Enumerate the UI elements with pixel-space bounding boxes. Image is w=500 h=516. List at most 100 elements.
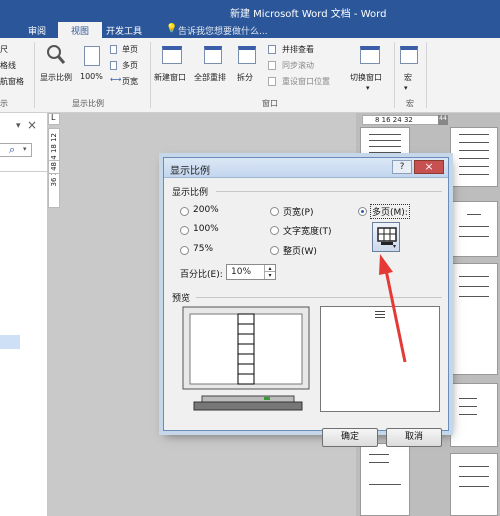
tab-view[interactable]: 视图 [58,22,102,38]
close-icon[interactable]: × [27,118,37,132]
nav-pane-checkbox-label[interactable]: 航窗格 [0,76,24,87]
side-by-side-icon [268,45,276,54]
search-icon: ⌕ [9,143,16,156]
gridlines-checkbox-label[interactable]: 格线 [0,60,16,71]
arrange-all-button[interactable]: 全部重排 [194,42,232,92]
group-line [196,297,442,298]
chevron-down-icon: ▾ [23,145,27,153]
macros-button[interactable]: 宏 ▾ [398,42,422,92]
navigation-pane: ▾ × ⌕ ▾ [0,113,48,516]
switch-windows-button[interactable]: 切换窗口 ▾ [350,42,390,92]
help-button[interactable]: ? [392,160,412,174]
zoom-button[interactable]: 显示比例 [40,42,72,92]
radio-200-label: 200% [193,205,219,215]
percent-value: 10% [231,267,252,277]
show-group-label: 示 [0,99,8,108]
horizontal-ruler-ticks: 8 16 24 32 [375,116,413,124]
arrange-all-icon [204,46,222,64]
one-page-label: 单页 [122,45,138,54]
radio-100[interactable] [180,226,189,235]
page-thumbnail [450,383,498,447]
cancel-button[interactable]: 取消 [386,428,442,447]
nav-selected-heading[interactable] [0,335,20,349]
many-pages-picker[interactable]: ▾ [372,222,400,252]
page-width-label: 页宽 [122,77,138,86]
ribbon-tab-bar: 审阅 视图 开发工具 💡 告诉我您想要做什么... [0,22,500,38]
chevron-down-icon: ▾ [393,243,397,250]
chevron-down-icon: ▾ [404,84,408,92]
macros-label: 宏 [404,73,412,82]
radio-100-label: 100% [193,224,219,234]
page-layout-preview [320,306,440,412]
radio-text-width-label: 文字宽度(T) [283,227,332,237]
multi-page-label: 多页 [122,61,138,70]
group-divider [34,42,35,108]
radio-whole-page[interactable] [270,246,279,255]
tell-me-input[interactable]: 告诉我您想要做什么... [178,24,268,37]
new-window-icon [162,46,182,64]
page-width-icon: ⟷ [110,75,122,84]
zoom-group-label: 显示比例 [72,99,104,108]
one-page-icon [110,45,117,54]
tab-review[interactable]: 审阅 [28,24,46,37]
sync-scroll-label: 同步滚动 [282,61,314,70]
radio-200[interactable] [180,207,189,216]
new-window-label: 新建窗口 [154,73,186,82]
switch-windows-icon [360,46,380,64]
percent-label: 百分比(E): [180,270,223,280]
one-page-button[interactable]: 单页 [110,44,150,56]
ok-button[interactable]: 确定 [322,428,378,447]
magnifier-icon [47,45,66,64]
tab-developer[interactable]: 开发工具 [106,24,142,37]
ruler-checkbox-label[interactable]: 尺 [0,44,8,55]
sync-scroll-icon [268,61,276,70]
tab-selector[interactable]: L [48,113,60,125]
dialog-title-bar: 显示比例 ? × [164,158,448,178]
radio-whole-page-label: 整页(W) [283,247,317,257]
horizontal-ruler-end: 44 [438,115,448,125]
split-icon [238,46,256,64]
radio-75-label: 75% [193,244,214,254]
monitor-preview-icon [182,306,310,411]
multi-page-button[interactable]: 多页 [110,60,150,72]
group-divider [426,42,427,108]
page-thumbnail [450,263,498,375]
split-button[interactable]: 拆分 [236,42,260,92]
window-group-label: 窗口 [262,99,278,108]
split-label: 拆分 [237,73,253,82]
radio-text-width[interactable] [270,226,279,235]
macros-group-label: 宏 [406,99,414,108]
lightbulb-icon: 💡 [166,24,178,34]
radio-page-width-label: 页宽(P) [283,208,314,218]
side-by-side-label: 并排查看 [282,45,314,54]
zoom-label: 显示比例 [40,73,72,82]
nav-pane-menu-icon[interactable]: ▾ [16,121,21,131]
arrange-all-label: 全部重排 [194,73,226,82]
zoom-100-button[interactable]: 100% [80,42,106,92]
radio-page-width[interactable] [270,207,279,216]
macros-icon [400,46,418,64]
new-window-button[interactable]: 新建窗口 [154,42,192,92]
vertical-ruler-end: 48 [48,160,60,174]
close-button[interactable]: × [414,160,444,174]
ribbon: 尺 格线 航窗格 示 显示比例 100% 单页 多页 ⟷ 页宽 显示比例 新建窗… [0,38,500,113]
search-input[interactable]: ⌕ ▾ [0,143,32,157]
spin-up-icon[interactable]: ▴ [264,265,275,272]
chevron-down-icon: ▾ [366,84,370,92]
page-thumbnail [450,201,498,257]
radio-many-pages-label: 多页(M): [370,204,410,219]
radio-75[interactable] [180,246,189,255]
switch-windows-label: 切换窗口 [350,73,382,82]
reset-position-button[interactable]: 重设窗口位置 [268,76,350,88]
page-width-button[interactable]: ⟷ 页宽 [110,75,150,88]
multi-page-icon [110,61,117,70]
sync-scroll-button[interactable]: 同步滚动 [268,60,338,72]
radio-many-pages[interactable] [358,207,367,216]
percent-stepper[interactable]: 10% ▴ ▾ [226,264,276,280]
group-divider [150,42,151,108]
page-thumbnail [360,443,410,516]
spin-down-icon[interactable]: ▾ [264,272,275,279]
vertical-ruler-end-number: 48 [50,162,58,171]
side-by-side-button[interactable]: 并排查看 [268,44,338,56]
reset-position-icon [268,77,276,86]
